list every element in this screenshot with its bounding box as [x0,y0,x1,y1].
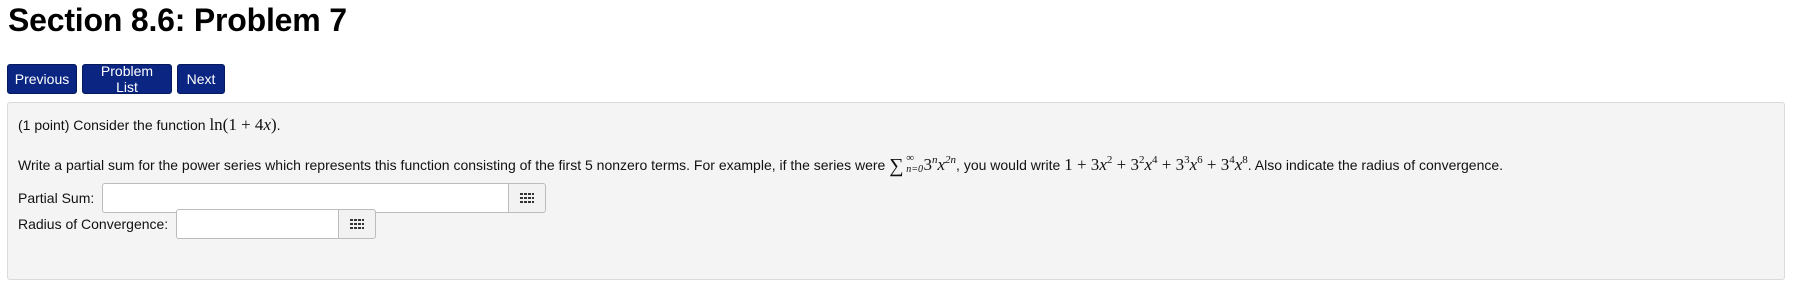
radius-palette-button[interactable] [338,209,377,239]
series-math: ∑ ∞ n=0 3nx2n [889,152,957,177]
problem-intro: (1 point) Consider the function ln(1 + 4… [18,115,281,135]
next-button[interactable]: Next [177,64,225,94]
radius-label: Radius of Convergence: [18,216,169,232]
grid-palette-icon [520,193,535,203]
intro-end: . [276,117,281,133]
previous-button[interactable]: Previous [7,64,77,94]
example-series-math: 1 + 3x2 + 32x4 + 33x6 + 34x8 [1064,154,1248,175]
radius-group [176,209,377,239]
grid-palette-icon [350,219,365,229]
intro-text: (1 point) Consider the function [18,117,210,133]
page: Section 8.6: Problem 7 Previous Problem … [0,0,1801,295]
partial-sum-label: Partial Sum: [18,190,95,206]
problem-body: (1 point) Consider the function ln(1 + 4… [7,102,1785,280]
radius-input[interactable] [176,209,339,239]
partial-sum-palette-button[interactable] [508,183,547,213]
sigma-symbol: ∑ ∞ n=0 [889,152,923,177]
function-math: ln(1 + 4x) [209,115,277,134]
problem-instruction: Write a partial sum for the power series… [18,152,1504,177]
sigma-lower: n=0 [906,164,923,175]
problem-list-button[interactable]: Problem List [82,63,172,95]
radius-row: Radius of Convergence: [18,209,377,239]
instruction-text-1: Write a partial sum for the power series… [18,157,890,173]
problem-nav: Previous Problem List Next [7,63,225,95]
page-title: Section 8.6: Problem 7 [8,2,347,38]
instruction-text-3: . Also indicate the radius of convergenc… [1247,157,1504,173]
instruction-text-2: , you would write [956,157,1065,173]
sigma-upper: ∞ [906,152,915,164]
